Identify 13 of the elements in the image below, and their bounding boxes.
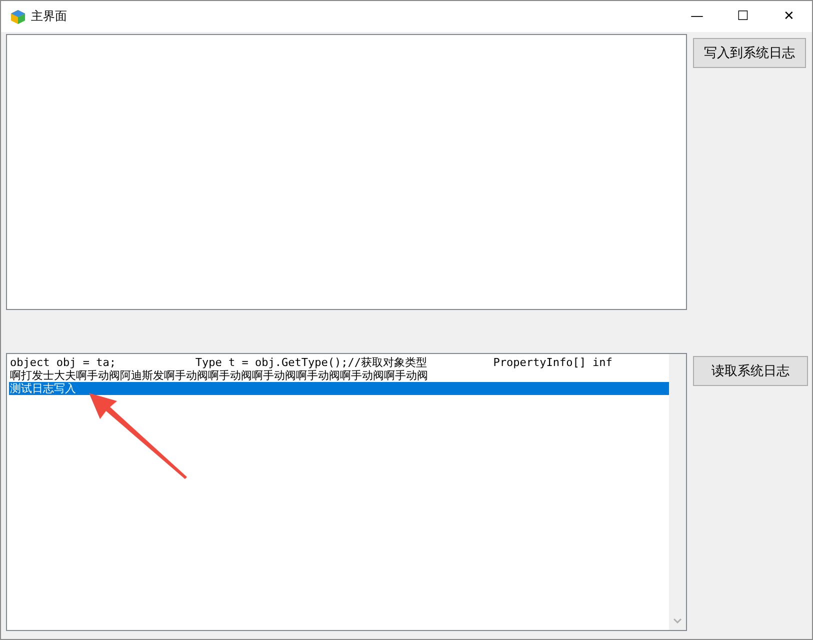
write-log-button[interactable]: 写入到系统日志 [693,38,806,68]
log-entry[interactable]: 测试日志写入 [9,382,669,395]
text-area[interactable] [6,34,687,310]
log-list[interactable]: object obj = ta; Type t = obj.GetType();//获取对象类型 PropertyInfo[] inf 啊打发士大夫啊手动阀阿迪斯发啊手动阀啊手动阀啊手动阀啊手动阀啊手动阀啊手动阀 测试日志写入 [6,353,687,631]
app-icon [11,10,25,24]
log-entry[interactable]: object obj = ta; Type t = obj.GetType();//获取对象类型 PropertyInfo[] inf [9,356,669,369]
minimize-button[interactable]: — [674,1,720,32]
window-title: 主界面 [31,8,67,25]
read-log-button[interactable]: 读取系统日志 [693,356,808,386]
scroll-down-icon[interactable] [673,618,682,624]
log-entry[interactable]: 啊打发士大夫啊手动阀阿迪斯发啊手动阀啊手动阀啊手动阀啊手动阀啊手动阀啊手动阀 [9,369,669,382]
maximize-button[interactable]: ☐ [720,1,766,32]
close-button[interactable]: ✕ [766,1,812,32]
